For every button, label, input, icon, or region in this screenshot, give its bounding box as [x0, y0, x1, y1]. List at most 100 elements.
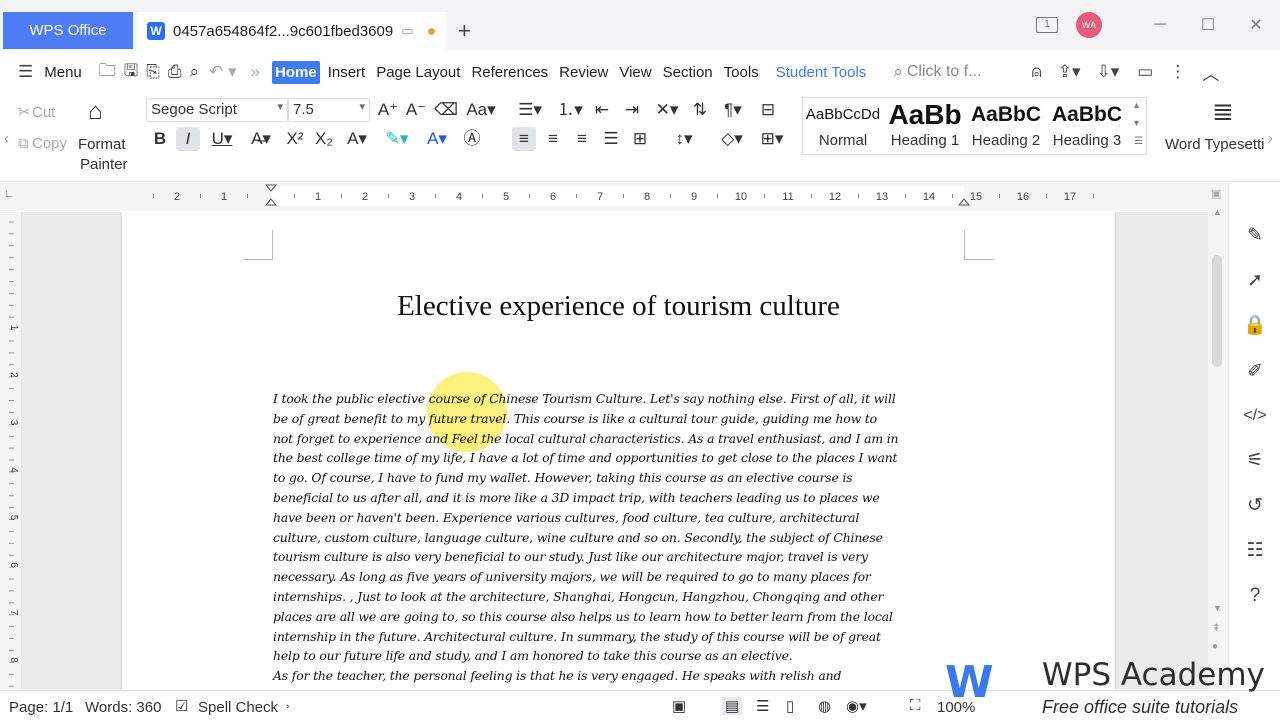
page-view-icon[interactable]: ▤ [722, 697, 743, 715]
scroll-up-icon[interactable]: ▲ [1213, 207, 1222, 217]
text-effects-icon[interactable]: A▾ [340, 127, 374, 151]
tab-view[interactable]: View [616, 61, 654, 84]
font-color-icon[interactable]: A▾ [420, 127, 454, 151]
superscript-icon[interactable]: X² [283, 127, 307, 151]
avatar[interactable]: WA [1076, 12, 1102, 38]
justify-icon[interactable]: ☰ [599, 127, 623, 151]
borders-icon[interactable]: ⊞▾ [754, 127, 790, 151]
align-left-icon[interactable]: ≡ [512, 127, 536, 151]
subscript-icon[interactable]: X₂ [312, 127, 336, 151]
document-tab[interactable]: W 0457a654864f2...9c601fbed3609 ▭ [137, 12, 447, 50]
styles-expand-icon[interactable]: ☰ [1134, 136, 1143, 147]
web-view-icon[interactable]: ◍ [818, 697, 831, 715]
clear-format-icon[interactable]: ⌫ [434, 98, 458, 122]
chinese-layout-icon[interactable]: ✕▾ [650, 98, 684, 122]
style-heading-3[interactable]: AaBbC Heading 3 [1047, 98, 1127, 154]
status-expand-icon[interactable]: › [286, 701, 289, 712]
scroll-left-icon[interactable]: ‹ [4, 130, 9, 147]
styles-up-icon[interactable]: ▴ [1134, 100, 1139, 111]
style-normal[interactable]: AaBbCcDd Normal [805, 98, 881, 154]
undo-icon[interactable]: ↶ ▾ [209, 62, 237, 82]
open-folder-icon[interactable]: 🗀 [99, 58, 116, 87]
highlight-color-icon[interactable]: ✎▾ [380, 127, 414, 151]
align-center-icon[interactable]: ≡ [541, 127, 565, 151]
vertical-ruler[interactable]: 123456789 [0, 212, 22, 690]
minimize-button[interactable]: ─ [1136, 16, 1184, 34]
shading-icon[interactable]: ◇▾ [714, 127, 750, 151]
tab-section[interactable]: Section [660, 61, 716, 84]
scrollbar-thumb[interactable] [1212, 255, 1222, 367]
print-preview-icon[interactable]: ⌕ [189, 62, 199, 82]
comment-icon[interactable]: ▭ [1137, 62, 1153, 82]
tab-home[interactable]: Home [272, 60, 320, 84]
align-right-icon[interactable]: ≡ [570, 127, 594, 151]
increase-indent-icon[interactable]: ⇥ [620, 98, 644, 122]
vertical-scrollbar[interactable]: ▣ ▲ ▼ ⇞ ● [1208, 183, 1228, 690]
more-icon[interactable]: » [251, 62, 260, 82]
grow-font-icon[interactable]: A⁺ [376, 98, 400, 122]
add-user-icon[interactable]: ⍝ [1032, 62, 1042, 82]
bold-icon[interactable]: B [148, 127, 172, 151]
close-button[interactable]: ✕ [1232, 15, 1280, 35]
sort-icon[interactable]: ⇅ [688, 98, 712, 122]
tab-student-tools[interactable]: Student Tools [773, 61, 870, 84]
new-tab-button[interactable]: + [458, 18, 471, 44]
tab-review[interactable]: Review [556, 61, 611, 84]
horizontal-ruler[interactable]: ∟ 2 1 1 2 3 4 5 6 7 8 9 10 11 12 13 14 15 16 17 [0, 183, 1228, 211]
font-size-select[interactable]: 7.5 ▾ [288, 98, 370, 122]
maximize-button[interactable]: ☐ [1184, 15, 1232, 35]
menu-button[interactable]: Menu [41, 61, 85, 84]
sliders-icon[interactable]: ⚟ [1242, 448, 1268, 474]
outline-view-icon[interactable]: ☰ [756, 697, 769, 715]
window-count-icon[interactable]: 1 [1036, 17, 1058, 33]
hamburger-icon[interactable]: ☰ [18, 62, 33, 82]
document-body[interactable]: I took the public elective course of Chi… [273, 389, 973, 686]
lock-icon[interactable]: 🔒 [1242, 313, 1268, 339]
search-input[interactable]: Click to f... [907, 63, 982, 81]
word-typesetting-button[interactable]: Word Typesetti [1165, 136, 1265, 153]
style-heading-1[interactable]: AaBb Heading 1 [885, 98, 965, 154]
scrollbar-settings-icon[interactable]: ▣ [1211, 187, 1221, 200]
read-mode-icon[interactable]: ▣ [672, 697, 686, 715]
spell-check-button[interactable]: Spell Check [198, 699, 278, 716]
share-icon[interactable]: ⇪▾ [1058, 62, 1081, 82]
scroll-down-icon[interactable]: ▼ [1213, 603, 1222, 613]
edit-image-icon[interactable]: ✐ [1242, 359, 1268, 385]
word-count[interactable]: Words: 360 [85, 699, 161, 716]
more-options-icon[interactable]: ⋮ [1169, 62, 1186, 82]
save-icon[interactable]: 🖫 [124, 58, 138, 87]
styles-down-icon[interactable]: ▾ [1134, 118, 1139, 129]
history-icon[interactable]: ↺ [1242, 493, 1268, 519]
decrease-indent-icon[interactable]: ⇤ [590, 98, 614, 122]
tab-insert[interactable]: Insert [325, 61, 369, 84]
tab-references[interactable]: References [468, 61, 551, 84]
list-view-icon[interactable]: ☷ [1242, 538, 1268, 564]
wps-office-tab[interactable]: WPS Office [3, 12, 133, 49]
print-icon[interactable]: ⎙ [168, 62, 182, 82]
distributed-icon[interactable]: ⊞ [628, 127, 652, 151]
pen-icon[interactable]: ✎ [1242, 223, 1268, 249]
line-spacing-icon[interactable]: ↕▾ [666, 127, 702, 151]
eye-protection-icon[interactable]: ◉▾ [846, 697, 867, 715]
show-marks-icon[interactable]: ¶▾ [716, 98, 750, 122]
select-browse-icon[interactable]: ● [1212, 641, 1218, 652]
document-page[interactable]: Elective experience of tourism culture I… [122, 212, 1115, 690]
cut-button[interactable]: Cut [32, 104, 55, 121]
bullets-icon[interactable]: ☰▾ [512, 98, 548, 122]
shrink-font-icon[interactable]: A⁻ [404, 98, 428, 122]
collapse-ribbon-icon[interactable]: ︿ [1202, 60, 1219, 85]
code-icon[interactable]: </> [1242, 403, 1268, 429]
book-view-icon[interactable]: ▯ [786, 697, 794, 715]
scroll-right-icon[interactable]: › [1268, 130, 1273, 147]
fit-page-icon[interactable]: ⛶ [910, 697, 921, 714]
character-border-icon[interactable]: Ⓐ [460, 127, 484, 151]
copy-button[interactable]: Copy [32, 135, 67, 152]
change-case-icon[interactable]: Aa▾ [464, 98, 498, 122]
style-heading-2[interactable]: AaBbC Heading 2 [966, 98, 1046, 154]
tab-tools[interactable]: Tools [721, 61, 762, 84]
format-painter-label-2[interactable]: Painter [80, 156, 128, 173]
prev-page-icon[interactable]: ⇞ [1212, 623, 1220, 634]
tab-page-layout[interactable]: Page Layout [373, 61, 463, 84]
numbering-icon[interactable]: ⒈▾ [552, 98, 588, 122]
page-count[interactable]: Page: 1/1 [9, 699, 73, 716]
